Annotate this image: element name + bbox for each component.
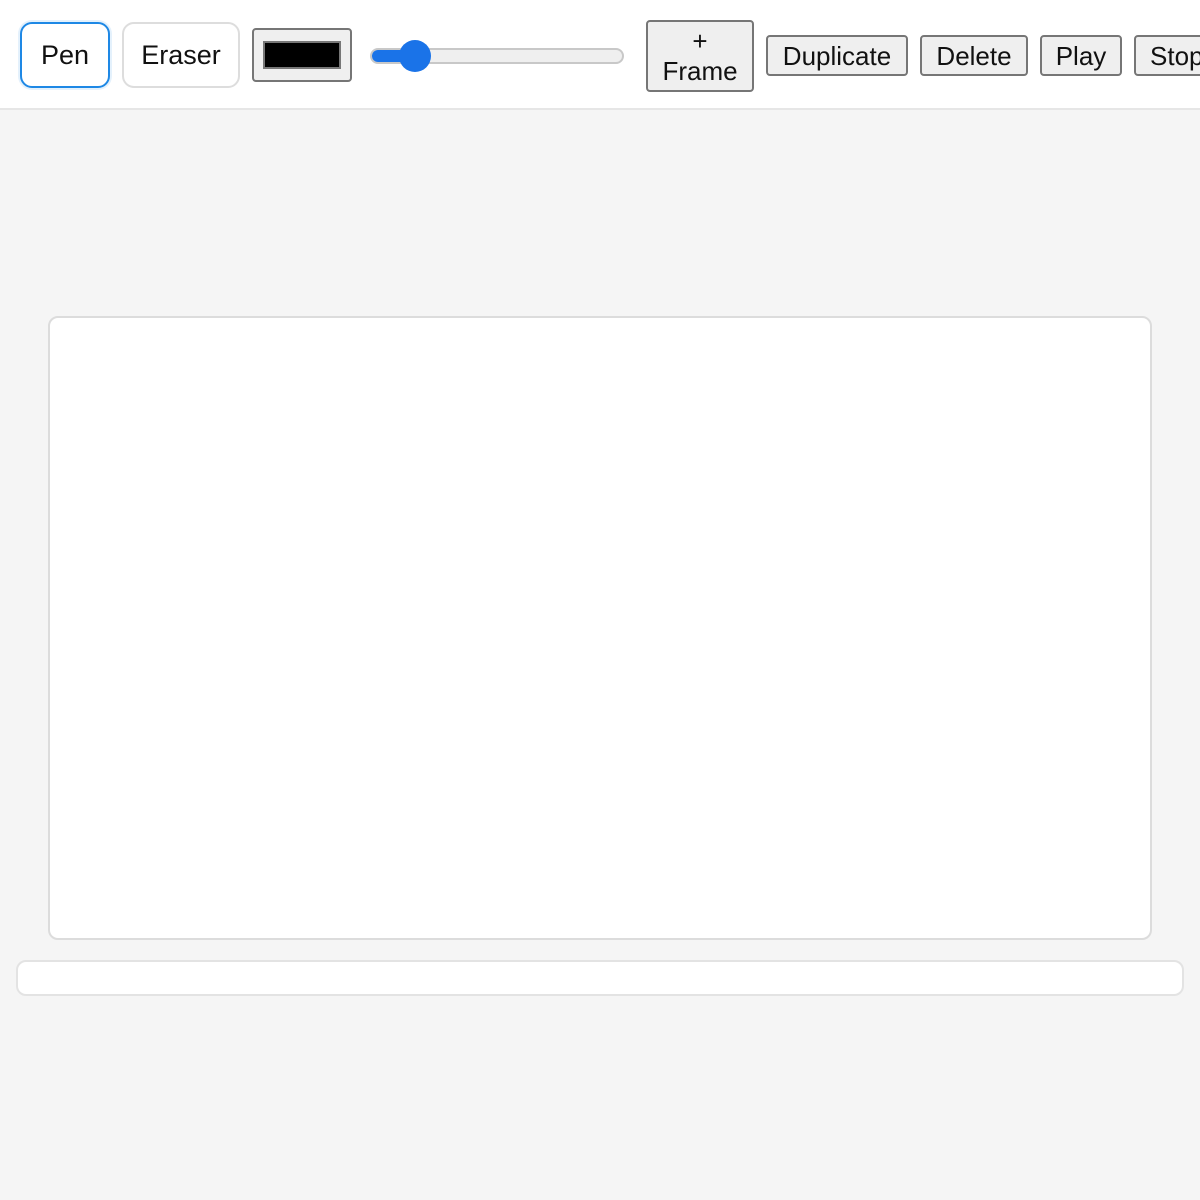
color-swatch-fill <box>263 41 341 69</box>
plus-icon: + <box>692 26 708 56</box>
pen-tool-button[interactable]: Pen <box>20 22 110 88</box>
stop-button[interactable]: Stop <box>1134 35 1200 76</box>
add-frame-label: Frame <box>662 56 738 86</box>
color-picker[interactable] <box>252 28 352 82</box>
slider-thumb[interactable] <box>398 40 431 72</box>
eraser-tool-button[interactable]: Eraser <box>122 22 240 88</box>
drawing-canvas[interactable] <box>48 316 1152 940</box>
delete-frame-button[interactable]: Delete <box>920 35 1028 76</box>
add-frame-button[interactable]: + Frame <box>646 20 754 92</box>
duplicate-frame-button[interactable]: Duplicate <box>766 35 908 76</box>
toolbar: Pen Eraser + Frame Duplicate Delete Play… <box>0 0 1200 110</box>
brush-size-slider[interactable] <box>370 40 624 72</box>
frame-timeline[interactable] <box>16 960 1184 996</box>
play-button[interactable]: Play <box>1040 35 1122 76</box>
